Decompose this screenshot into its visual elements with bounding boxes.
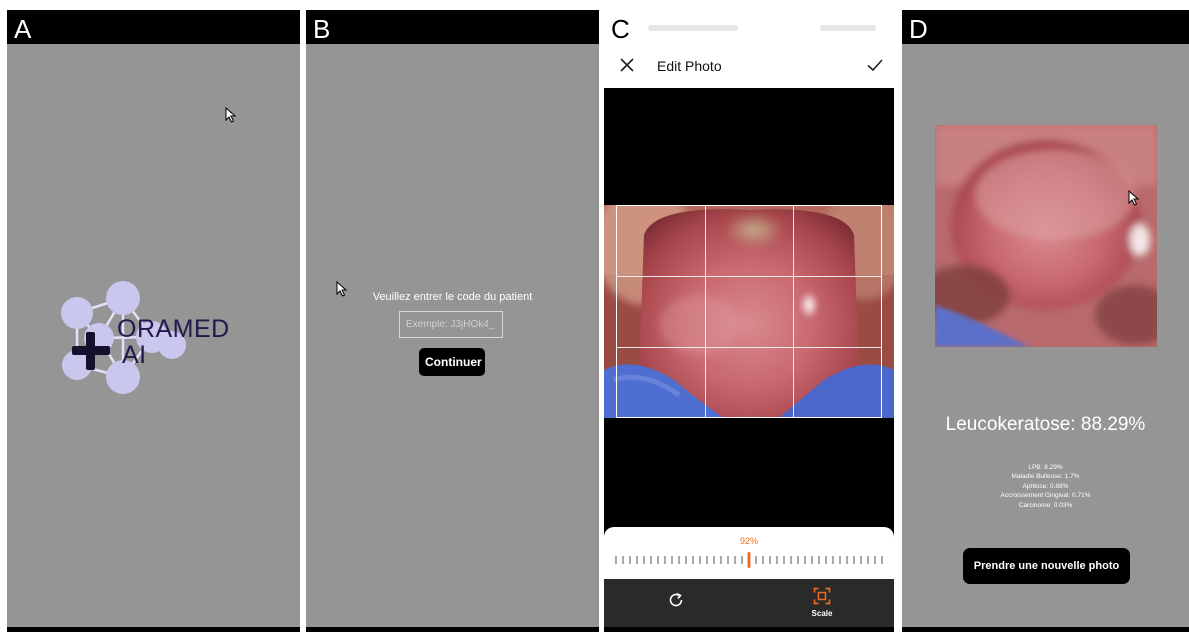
probability-item: Accroissement Gingival: 0.71% <box>1000 492 1091 500</box>
bottom-bar <box>604 627 894 632</box>
scale-percent: 92% <box>739 536 758 546</box>
bottom-bar <box>902 627 1189 632</box>
probability-item: Carcinome: 0.03% <box>1018 501 1073 509</box>
panel-patient-code: B Veuillez entrer le code du patient Con… <box>306 10 599 632</box>
panel-splash: A ORAMED AI <box>7 10 300 632</box>
scale-icon[interactable] <box>813 587 831 605</box>
mouse-pointer-icon <box>336 281 347 297</box>
top-diagnosis: Leucokeratose: 88.29% <box>945 414 1146 435</box>
status-bar <box>604 10 894 44</box>
rotate-icon[interactable] <box>667 591 685 609</box>
probability-item: Aphtose: 0.88% <box>1022 482 1069 490</box>
scale-slider-handle[interactable] <box>747 552 751 568</box>
scale-label: Scale <box>811 609 833 618</box>
panel-label: D <box>909 14 928 44</box>
top-bar <box>306 10 599 44</box>
analyzed-photo <box>935 125 1157 347</box>
probability-list: LPB: 8.29% Maladie Bulleuse: 1.7% Aphtos… <box>902 463 1189 510</box>
page-title: Edit Photo <box>657 58 722 74</box>
close-icon[interactable] <box>618 56 636 74</box>
edit-toolbar: Scale <box>604 579 894 632</box>
panel-label: A <box>14 14 32 44</box>
probability-item: LPB: 8.29% <box>1028 464 1063 471</box>
bottom-bar <box>306 627 599 632</box>
top-bar <box>7 10 300 44</box>
edit-photo-header: Edit Photo <box>604 44 894 88</box>
bottom-bar <box>7 627 300 632</box>
logo-text-secondary: AI <box>122 341 147 369</box>
mouse-pointer-icon <box>1128 190 1139 206</box>
check-icon[interactable] <box>866 56 884 74</box>
mouse-pointer-icon <box>225 107 236 123</box>
panel-results: D Leucokeratose: 88.29% LPB: 8.29% Malad… <box>902 10 1189 632</box>
scale-slider[interactable] <box>612 552 886 568</box>
panel-label: B <box>313 14 331 44</box>
top-bar <box>902 10 1189 44</box>
new-photo-button[interactable]: Prendre une nouvelle photo <box>963 548 1130 584</box>
logo-text-primary: ORAMED <box>117 315 230 343</box>
panel-edit-photo: C Edit Photo 92% Scale <box>604 10 894 632</box>
probability-item: Maladie Bulleuse: 1.7% <box>1011 473 1080 481</box>
patient-code-input[interactable] <box>399 311 503 338</box>
scale-sheet: 92% <box>604 527 894 579</box>
continue-button[interactable]: Continuer <box>419 348 485 376</box>
patient-code-prompt: Veuillez entrer le code du patient <box>372 291 533 303</box>
crop-grid[interactable] <box>616 205 882 418</box>
panel-label: C <box>611 14 630 44</box>
